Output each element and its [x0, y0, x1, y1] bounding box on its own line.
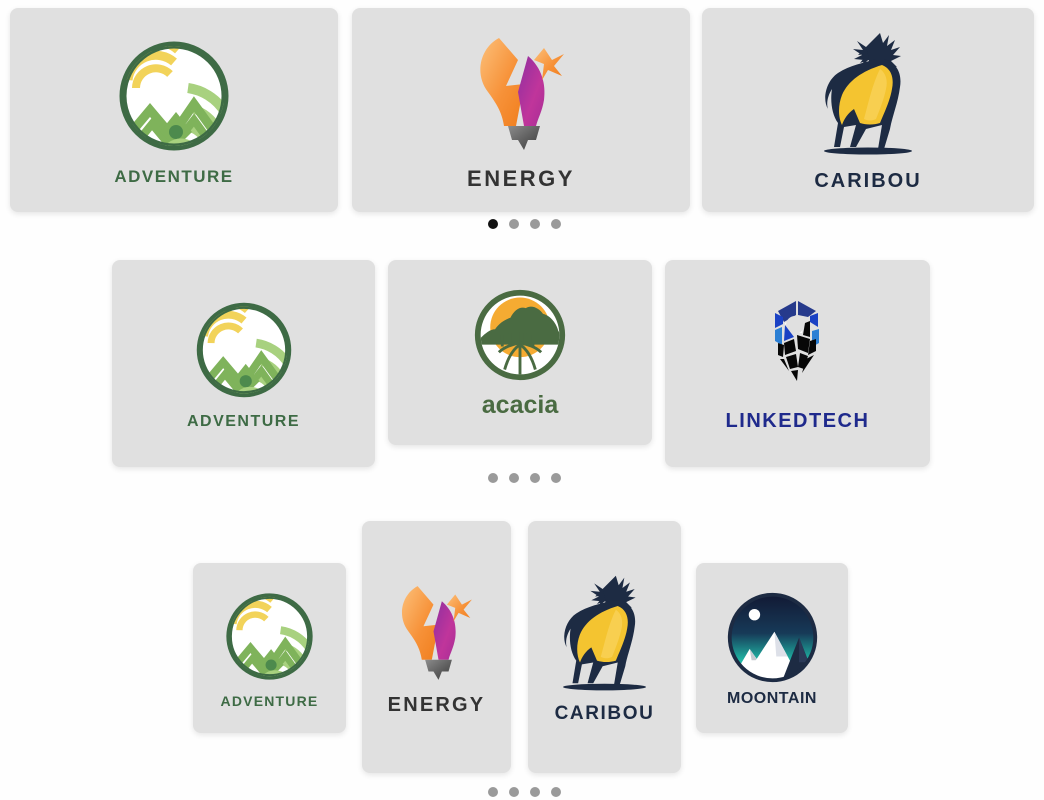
brand-label: CARIBOU: [814, 170, 922, 192]
carousel-dots-row-3[interactable]: [488, 787, 561, 797]
carousel-dot[interactable]: [530, 473, 540, 483]
carousel-slide-moontain[interactable]: MOONTAIN: [696, 563, 848, 733]
carousel-slide-energy[interactable]: ENERGY: [352, 8, 690, 212]
brand-label: LINKEDTECH: [725, 409, 870, 432]
acacia-tree-icon: [474, 289, 566, 381]
logo-caribou: CARIBOU: [806, 29, 931, 191]
carousel-slide-linkedtech[interactable]: LINKEDTECH: [665, 260, 930, 467]
brand-label: CARIBOU: [554, 702, 655, 724]
linkedtech-gem-icon: [775, 300, 820, 381]
caribou-deer-icon: [823, 33, 912, 155]
carousel-slide-adventure[interactable]: ADVENTURE: [10, 8, 338, 212]
brand-label: ADVENTURE: [114, 166, 234, 186]
logo-carousel-page: ADVENTURE ENERGY CARIBOU ADVENTURE acaci…: [0, 0, 1044, 800]
brand-label: ENERGY: [467, 166, 575, 191]
carousel-dot[interactable]: [509, 473, 519, 483]
adventure-circle-mountain-icon: [119, 41, 229, 150]
carousel-dot[interactable]: [509, 219, 519, 229]
carousel-slide-adventure-2[interactable]: ADVENTURE: [112, 260, 375, 467]
carousel-dot[interactable]: [530, 787, 540, 797]
carousel-dot[interactable]: [488, 787, 498, 797]
logo-acacia: acacia: [472, 287, 568, 418]
caribou-deer-icon: [562, 575, 646, 690]
logo-moontain: MOONTAIN: [725, 590, 820, 707]
carousel-dot[interactable]: [488, 219, 498, 229]
carousel-dots-row-1[interactable]: [488, 219, 561, 229]
brand-label: ENERGY: [387, 694, 486, 716]
carousel-dot[interactable]: [509, 787, 519, 797]
carousel-dot[interactable]: [551, 473, 561, 483]
logo-adventure-2: ADVENTURE: [187, 298, 300, 430]
carousel-dot[interactable]: [488, 473, 498, 483]
energy-lightbulb-icon: [402, 586, 473, 680]
carousel-slide-energy-3[interactable]: ENERGY: [362, 521, 511, 773]
moontain-circle-icon: [727, 592, 817, 682]
carousel-dot[interactable]: [551, 787, 561, 797]
adventure-circle-mountain-icon: [196, 302, 291, 397]
logo-caribou-3: CARIBOU: [546, 572, 664, 723]
carousel-slide-caribou[interactable]: CARIBOU: [702, 8, 1034, 212]
carousel-dots-row-2[interactable]: [488, 473, 561, 483]
carousel-slide-adventure-3[interactable]: ADVENTURE: [193, 563, 346, 733]
logo-energy-3: ENERGY: [388, 579, 486, 715]
brand-label: ADVENTURE: [186, 412, 301, 430]
carousel-dot[interactable]: [551, 219, 561, 229]
carousel-slide-caribou-3[interactable]: CARIBOU: [528, 521, 681, 773]
logo-energy: ENERGY: [466, 30, 576, 190]
energy-lightbulb-icon: [480, 38, 564, 150]
logo-adventure: ADVENTURE: [114, 36, 234, 185]
brand-label: MOONTAIN: [727, 689, 817, 707]
adventure-circle-mountain-icon: [226, 592, 313, 680]
carousel-dot[interactable]: [530, 219, 540, 229]
logo-adventure-3: ADVENTURE: [221, 589, 319, 708]
logo-linkedtech: LINKEDTECH: [726, 297, 870, 431]
brand-label: acacia: [481, 391, 559, 419]
carousel-slide-acacia[interactable]: acacia: [388, 260, 652, 445]
brand-label: ADVENTURE: [220, 692, 319, 709]
